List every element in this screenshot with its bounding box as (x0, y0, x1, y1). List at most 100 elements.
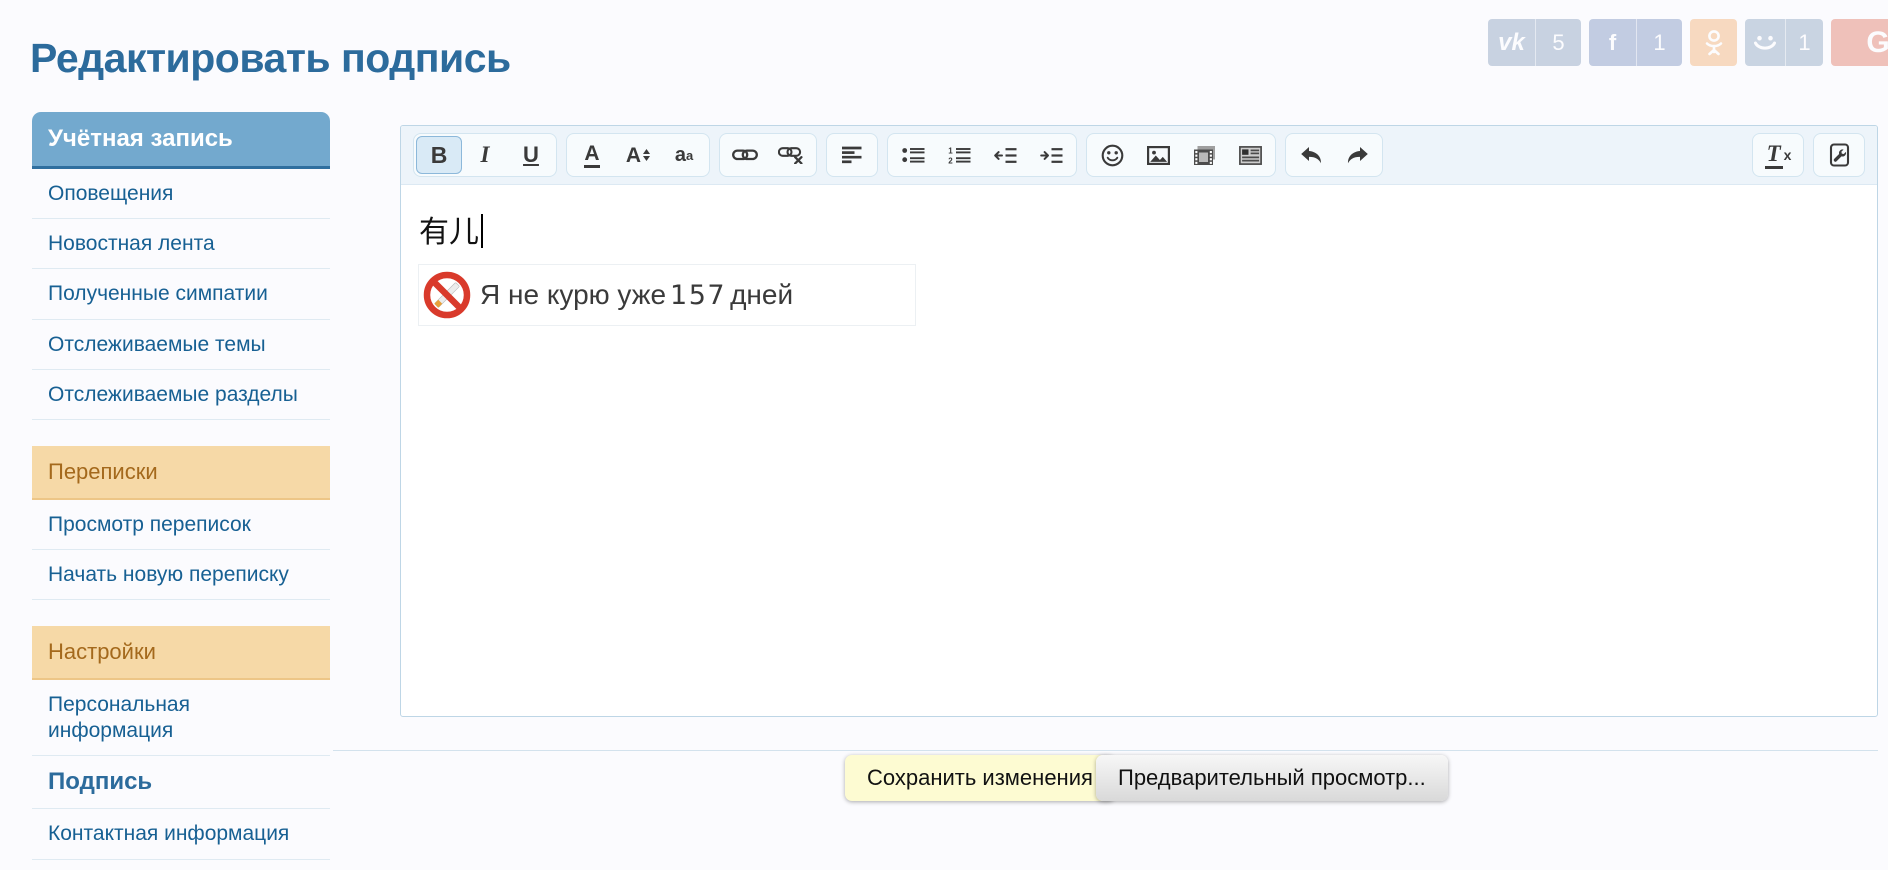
text-color-button[interactable]: A (569, 136, 615, 174)
italic-glyph: I (480, 142, 490, 167)
signature-image-text: Я не курю уже 157 дней (480, 279, 794, 311)
unlink-icon (778, 146, 804, 164)
outdent-icon (993, 147, 1017, 164)
toolbar-group-remove-format: Tx (1752, 133, 1804, 177)
remove-formatting-icon-sub: x (1783, 147, 1792, 163)
underline-glyph: U (523, 142, 539, 167)
signature-editor: B I U A A aa 1 2 T x 有儿 Я не курю уже 15… (400, 125, 1878, 717)
odnoklassniki-person-icon (1690, 19, 1737, 66)
link-icon (732, 147, 758, 163)
editor-toolbar: B I U A A aa 1 2 T x (401, 126, 1877, 185)
signature-text-line: 有儿 (419, 207, 1859, 251)
bbcode-editor-toggle-button[interactable] (1816, 136, 1862, 174)
bbcode-editor-toggle-icon (1828, 143, 1851, 167)
ordered-list-button[interactable]: 12 (936, 136, 982, 174)
sidebar-item-news-feed[interactable]: Новостная лента (32, 219, 330, 270)
indent-icon (1039, 147, 1063, 164)
sidebar-item-privacy[interactable]: Конфиденциальность (32, 860, 330, 870)
sidebar-item-alerts[interactable]: Оповещения (32, 169, 330, 220)
unordered-list-button[interactable] (890, 136, 936, 174)
insert-image-button[interactable] (1135, 136, 1181, 174)
share-buttons: vk 5 f 1 1 G (1488, 19, 1888, 66)
sidebar-item-signature[interactable]: Подпись (32, 756, 330, 810)
mailru-share-count: 1 (1785, 19, 1823, 66)
smilies-button[interactable] (1089, 136, 1135, 174)
undo-icon (1300, 146, 1323, 164)
unlink-button[interactable] (768, 136, 814, 174)
toolbar-group-basic: B I U (413, 133, 557, 177)
text-align-icon (842, 146, 862, 164)
insert-media-button[interactable] (1181, 136, 1227, 174)
sidebar-header-settings[interactable]: Настройки (32, 626, 330, 681)
sidebar-item-watched-forums[interactable]: Отслеживаемые разделы (32, 370, 330, 420)
sidebar-item-view-conversations[interactable]: Просмотр переписок (32, 500, 330, 551)
vk-share-count: 5 (1535, 19, 1581, 66)
facebook-share-button[interactable]: f 1 (1589, 19, 1682, 66)
italic-button[interactable]: I (462, 136, 508, 174)
sidebar-section-conversations: Переписки Просмотр переписок Начать нову… (32, 445, 330, 601)
signature-text: 有儿 (419, 216, 479, 249)
redo-button[interactable] (1334, 136, 1380, 174)
font-family-icon-sub: a (685, 147, 694, 163)
form-divider (333, 750, 1878, 751)
link-button[interactable] (722, 136, 768, 174)
days-counter: 157 (670, 280, 727, 311)
sidebar-item-likes-received[interactable]: Полученные симпатии (32, 269, 330, 320)
edit-signature-page: Редактировать подпись vk 5 f 1 1 G Учётн (0, 0, 1888, 870)
smilies-icon (1101, 144, 1124, 167)
signature-editor-content[interactable]: 有儿 Я не курю уже 157 дней (401, 185, 1877, 347)
svg-text:1: 1 (948, 147, 953, 156)
svg-text:2: 2 (948, 156, 953, 164)
sidebar: Учётная запись Оповещения Новостная лент… (32, 112, 330, 870)
outdent-button[interactable] (982, 136, 1028, 174)
facebook-share-count: 1 (1636, 19, 1682, 66)
undo-button[interactable] (1288, 136, 1334, 174)
vk-share-button[interactable]: vk 5 (1488, 19, 1581, 66)
unordered-list-icon (901, 147, 925, 164)
font-family-button[interactable]: aa (661, 136, 707, 174)
no-smoking-icon (423, 271, 471, 319)
facebook-icon: f (1589, 19, 1636, 66)
text-color-icon: A (584, 143, 600, 168)
toolbar-group-bbcode (1813, 133, 1865, 177)
sidebar-header-conversations[interactable]: Переписки (32, 445, 330, 500)
remove-formatting-button[interactable]: Tx (1755, 136, 1801, 174)
sidebar-section-account: Учётная запись Оповещения Новостная лент… (32, 112, 330, 420)
quote-button[interactable] (1227, 136, 1273, 174)
sidebar-item-personal-details[interactable]: Персональная информация (32, 680, 330, 756)
font-family-icon: a (674, 144, 686, 166)
vk-icon: vk (1488, 19, 1535, 66)
save-changes-button[interactable]: Сохранить изменения (845, 755, 1115, 801)
mailru-share-button[interactable]: 1 (1745, 19, 1823, 66)
toolbar-group-history (1285, 133, 1383, 177)
insert-media-icon (1193, 145, 1216, 166)
google-share-button[interactable]: G (1831, 19, 1888, 66)
bold-glyph: B (430, 141, 448, 168)
bold-button[interactable]: B (416, 136, 462, 174)
text-align-button[interactable] (829, 136, 875, 174)
sidebar-section-settings: Настройки Персональная информация Подпис… (32, 626, 330, 870)
up-down-arrows-icon (643, 149, 651, 161)
toolbar-group-link (719, 133, 817, 177)
quote-icon (1238, 145, 1262, 165)
indent-button[interactable] (1028, 136, 1074, 174)
underline-button[interactable]: U (508, 136, 554, 174)
page-title: Редактировать подпись (30, 35, 511, 82)
sidebar-item-start-conversation[interactable]: Начать новую переписку (32, 550, 330, 601)
sidebar-item-watched-threads[interactable]: Отслеживаемые темы (32, 320, 330, 370)
font-size-button[interactable]: A (615, 136, 661, 174)
ordered-list-icon: 12 (948, 147, 971, 164)
odnoklassniki-share-button[interactable] (1690, 19, 1737, 66)
remove-formatting-icon: T (1764, 142, 1783, 169)
signature-image[interactable]: Я не курю уже 157 дней (419, 265, 915, 325)
mailru-smiley-icon (1745, 19, 1785, 66)
google-icon: G (1831, 19, 1888, 66)
toolbar-group-list: 12 (887, 133, 1077, 177)
text-caret (481, 214, 483, 248)
preview-button[interactable]: Предварительный просмотр... (1096, 755, 1448, 801)
sidebar-header-account[interactable]: Учётная запись (32, 112, 330, 169)
sidebar-item-contact-details[interactable]: Контактная информация (32, 809, 330, 860)
toolbar-group-align (826, 133, 878, 177)
font-size-icon: A (625, 143, 642, 167)
redo-icon (1346, 146, 1369, 164)
